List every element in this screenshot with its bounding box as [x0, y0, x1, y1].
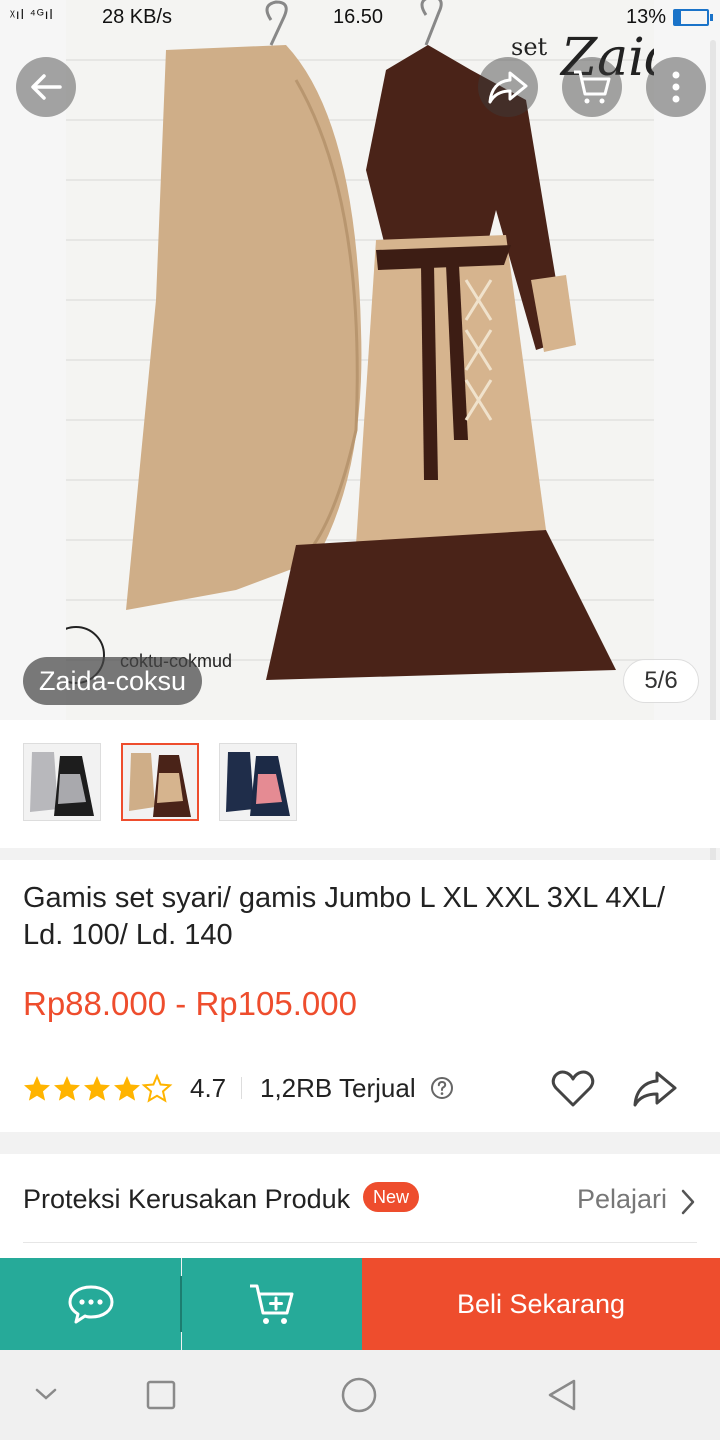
system-navigation-bar [0, 1350, 720, 1440]
home-icon[interactable] [341, 1377, 377, 1413]
star-icon [24, 1075, 171, 1102]
sold-count: 1,2RB Terjual [260, 1073, 416, 1103]
cart-icon [574, 70, 611, 104]
product-protection-row[interactable]: Proteksi Kerusakan Produk New Pelajari [0, 1154, 720, 1258]
cart-button[interactable] [562, 57, 622, 117]
clock: 16.50 [333, 6, 384, 28]
rating-row: 4.7 1,2RB Terjual [23, 1067, 703, 1109]
signal-icon: ᵡıl ⁴ᴳıl [10, 6, 54, 22]
chevron-right-icon [681, 1189, 695, 1215]
product-photo: coktu-cokmud set Zaida [66, 0, 654, 720]
battery-icon [673, 9, 713, 26]
new-badge: New [363, 1182, 420, 1212]
rating-stars [24, 1075, 171, 1102]
battery-percent: 13% [626, 6, 667, 28]
help-icon[interactable] [430, 1076, 454, 1100]
thumbnail-strip [0, 720, 720, 848]
more-icon [672, 71, 680, 103]
status-bar: ᵡıl ⁴ᴳıl 28 KB/s 16.50 13% [0, 0, 720, 36]
product-image-carousel[interactable]: coktu-cokmud set Zaida ᵡıl ⁴ᴳıl 28 KB/s … [0, 0, 720, 720]
heart-icon[interactable] [550, 1067, 596, 1109]
network-speed: 28 KB/s [102, 6, 173, 28]
back-button[interactable] [16, 57, 76, 117]
svg-text:set: set [511, 33, 548, 61]
variant-label: Zaida-coksu [23, 657, 203, 705]
protection-label: Proteksi Kerusakan Produk [23, 1184, 351, 1214]
buy-now-button[interactable]: Beli Sekarang [362, 1258, 720, 1350]
recent-apps-icon[interactable] [146, 1380, 176, 1410]
bottom-action-bar: Beli Sekarang [0, 1258, 720, 1350]
thumbnail-grey-black[interactable] [23, 743, 101, 821]
product-info: Gamis set syari/ gamis Jumbo L XL XXL 3X… [0, 860, 720, 1132]
back-nav-icon[interactable] [546, 1378, 578, 1412]
chat-icon [68, 1285, 113, 1324]
image-counter: 5/6 [623, 659, 699, 703]
learn-more-link[interactable]: Pelajari [577, 1184, 667, 1215]
rating-value: 4.7 [190, 1073, 227, 1103]
share-button[interactable] [478, 57, 538, 117]
add-to-cart-button[interactable] [182, 1258, 362, 1350]
chevron-down-icon[interactable] [34, 1386, 58, 1402]
share-icon [488, 71, 528, 104]
chat-button[interactable] [0, 1258, 181, 1350]
more-options-button[interactable] [646, 57, 706, 117]
divider [23, 1242, 697, 1243]
rating-divider [241, 1077, 242, 1099]
share-icon[interactable] [631, 1067, 679, 1109]
add-to-cart-icon [250, 1284, 294, 1324]
back-arrow-icon [31, 74, 62, 100]
thumbnail-coksu[interactable] [121, 743, 199, 821]
product-price: Rp88.000 - Rp105.000 [23, 985, 357, 1022]
product-title: Gamis set syari/ gamis Jumbo L XL XXL 3X… [23, 882, 666, 951]
product-page: coktu-cokmud set Zaida ᵡıl ⁴ᴳıl 28 KB/s … [0, 0, 720, 1440]
thumbnail-navy-pink[interactable] [219, 743, 297, 821]
